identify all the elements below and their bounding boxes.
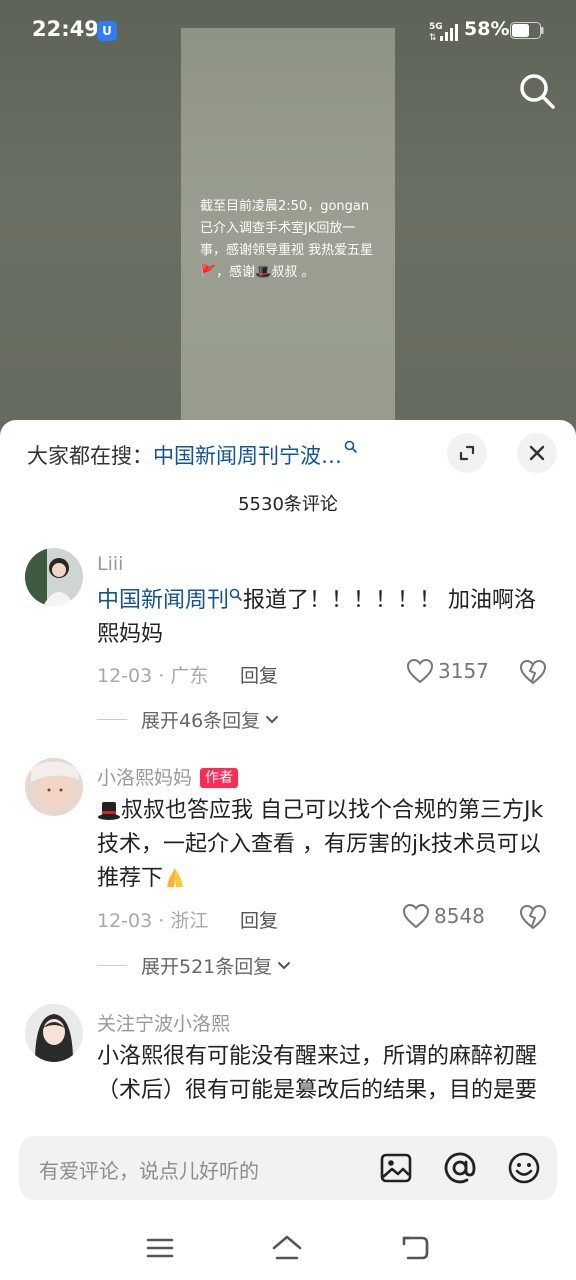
avatar[interactable]: [25, 1004, 83, 1062]
comment-text: 中国新闻周刊 报道了！！！！！！ 加油啊洛熙妈妈: [97, 584, 547, 652]
video-caption: 截至目前凌晨2:50，gongan已介入调查手术室JK回放一事，感谢领导重视 我…: [200, 199, 374, 280]
like-count: 8548: [434, 904, 485, 928]
expand-replies-label: 展开46条回复: [141, 710, 261, 732]
expand-replies-label: 展开521条回复: [141, 956, 273, 978]
avatar[interactable]: [25, 758, 83, 816]
back-icon[interactable]: [400, 1232, 432, 1264]
comment-input[interactable]: 有爱评论，说点儿好听的: [19, 1136, 557, 1200]
hot-search-prefix: 大家都在搜：: [27, 444, 153, 468]
author-tag: 作者: [200, 768, 239, 788]
expand-icon: [459, 445, 475, 461]
comment-text: 叔叔也答应我 自己可以找个合规的第三方Jk技术，一起介入查看 ，有厉害的jk技术…: [97, 794, 547, 896]
username[interactable]: 小洛熙妈妈 作者: [97, 763, 239, 790]
battery-icon: [510, 22, 544, 39]
hot-search-bar[interactable]: 大家都在搜：中国新闻周刊宁波…: [27, 440, 358, 470]
comment-sheet: 大家都在搜：中国新闻周刊宁波… 5530条评论 Liii 中国新闻周刊 报道了！！…: [0, 420, 576, 1280]
expand-replies-button[interactable]: 展开521条回复: [97, 952, 292, 979]
menu-icon[interactable]: [144, 1232, 176, 1264]
navigation-bar: [0, 1220, 576, 1280]
app-notification-icon: U: [97, 21, 117, 41]
network-type-text: 5G: [429, 22, 443, 32]
expand-replies-button[interactable]: 展开46条回复: [97, 706, 280, 733]
dislike-icon[interactable]: [519, 659, 547, 685]
reply-button[interactable]: 回复: [240, 661, 278, 688]
avatar[interactable]: [25, 548, 83, 606]
mention-at-icon[interactable]: [442, 1150, 478, 1186]
comment-date: 12-03: [97, 910, 153, 932]
signal-icon: 5G ⇅: [429, 22, 458, 42]
search-icon[interactable]: [516, 70, 558, 112]
username[interactable]: Liii: [97, 553, 123, 575]
mention-link[interactable]: 中国新闻周刊: [97, 588, 229, 613]
expand-sheet-button[interactable]: [447, 433, 487, 473]
hot-search-term[interactable]: 中国新闻周刊宁波…: [153, 444, 342, 468]
top-hat-emoji-icon: [98, 802, 120, 820]
comment-location: 广东: [170, 665, 209, 687]
username-text: 小洛熙妈妈: [97, 767, 193, 789]
heart-icon: [402, 903, 430, 929]
svg-text:⇅: ⇅: [429, 33, 437, 42]
username[interactable]: 关注宁波小洛熙: [97, 1009, 230, 1036]
status-time: 22:49: [32, 17, 99, 41]
chevron-down-icon: [278, 961, 291, 969]
status-bar: 22:49 U 5G ⇅ 58%: [0, 0, 576, 60]
emoji-icon[interactable]: [506, 1150, 542, 1186]
reply-button[interactable]: 回复: [240, 906, 278, 933]
like-count: 3157: [438, 659, 489, 683]
comment-meta: 12-03 · 浙江: [97, 910, 209, 932]
comment-date: 12-03: [97, 665, 153, 687]
comment-meta: 12-03 · 广东: [97, 665, 209, 687]
search-icon: [229, 588, 242, 601]
folded-hands-emoji-icon: [167, 868, 184, 887]
home-icon[interactable]: [271, 1232, 303, 1264]
comment-input-placeholder: 有爱评论，说点儿好听的: [39, 1159, 259, 1183]
chevron-down-icon: [266, 715, 279, 723]
image-icon[interactable]: [378, 1150, 414, 1186]
dislike-icon[interactable]: [519, 904, 547, 930]
search-icon: [344, 440, 357, 453]
comment-text: 小洛熙很有可能没有醒来过，所谓的麻醉初醒（术后）很有可能是篡改后的结果，目的是要…: [97, 1040, 547, 1108]
close-icon: [529, 445, 545, 461]
comment-location: 浙江: [170, 910, 209, 932]
battery-percentage: 58%: [464, 18, 510, 40]
close-button[interactable]: [517, 433, 557, 473]
comment-body: 小洛熙很有可能没有醒来过，所谓的麻醉初醒（术后）很有可能是篡改后的结果，目的是要…: [97, 1044, 538, 1103]
heart-icon: [406, 658, 434, 684]
video-background[interactable]: 截至目前凌晨2:50，gongan已介入调查手术室JK回放一事，感谢领导重视 我…: [0, 0, 576, 440]
like-button[interactable]: 8548: [402, 903, 485, 929]
comment-count: 5530条评论: [238, 494, 338, 515]
like-button[interactable]: 3157: [406, 658, 489, 684]
